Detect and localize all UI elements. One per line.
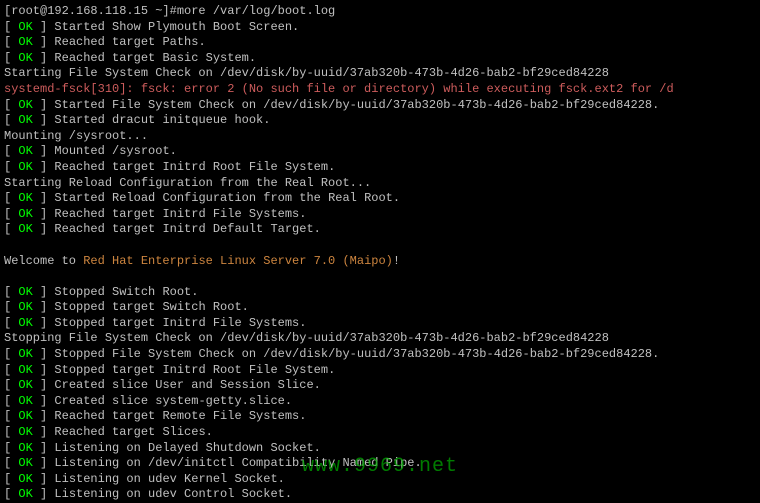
log-message: Started File System Check on /dev/disk/b… — [54, 98, 659, 112]
log-message: Listening on Delayed Shutdown Socket. — [54, 441, 320, 455]
log-line: [ OK ] Reached target Initrd Root File S… — [4, 160, 756, 176]
log-message: Reached target Initrd Root File System. — [54, 160, 335, 174]
log-line: [ OK ] Created slice User and Session Sl… — [4, 378, 756, 394]
status-ok: OK — [18, 409, 32, 423]
log-message: Reached target Initrd Default Target. — [54, 222, 320, 236]
log-message: Mounting /sysroot... — [4, 129, 148, 143]
status-ok: OK — [18, 113, 32, 127]
status-ok: OK — [18, 191, 32, 205]
log-line: [ OK ] Listening on Delayed Shutdown Soc… — [4, 441, 756, 457]
log-message: Starting File System Check on /dev/disk/… — [4, 66, 609, 80]
status-ok: OK — [18, 222, 32, 236]
log-message: Listening on udev Control Socket. — [54, 487, 292, 501]
log-message: Stopped target Switch Root. — [54, 300, 248, 314]
status-ok: OK — [18, 363, 32, 377]
log-line: [ OK ] Started Show Plymouth Boot Screen… — [4, 20, 756, 36]
log-line: [ OK ] Started Reload Configuration from… — [4, 191, 756, 207]
log-message: Reached target Slices. — [54, 425, 212, 439]
log-line: [ OK ] Mounted /sysroot. — [4, 144, 756, 160]
log-error-line: systemd-fsck[310]: fsck: error 2 (No suc… — [4, 82, 756, 98]
status-ok: OK — [18, 441, 32, 455]
log-line: [ OK ] Reached target Remote File System… — [4, 409, 756, 425]
status-ok: OK — [18, 456, 32, 470]
log-message: Listening on /dev/initctl Compatibility … — [54, 456, 421, 470]
log-line: [ OK ] Started dracut initqueue hook. — [4, 113, 756, 129]
log-message: Created slice system-getty.slice. — [54, 394, 292, 408]
log-message: Stopped target Initrd Root File System. — [54, 363, 335, 377]
log-message: Starting Reload Configuration from the R… — [4, 176, 371, 190]
status-ok: OK — [18, 425, 32, 439]
welcome-prefix: Welcome to — [4, 254, 83, 268]
log-message: Stopped target Initrd File Systems. — [54, 316, 306, 330]
status-ok: OK — [18, 316, 32, 330]
status-ok: OK — [18, 285, 32, 299]
blank-line — [4, 269, 756, 285]
log-line: Starting File System Check on /dev/disk/… — [4, 66, 756, 82]
log-message: Reached target Paths. — [54, 35, 205, 49]
log-message: Started Show Plymouth Boot Screen. — [54, 20, 299, 34]
status-ok: OK — [18, 378, 32, 392]
log-line: [ OK ] Started File System Check on /dev… — [4, 98, 756, 114]
log-message: Created slice User and Session Slice. — [54, 378, 320, 392]
status-ok: OK — [18, 394, 32, 408]
log-line: [ OK ] Reached target Basic System. — [4, 51, 756, 67]
log-message: Stopping File System Check on /dev/disk/… — [4, 331, 609, 345]
log-line: [ OK ] Stopped target Initrd Root File S… — [4, 363, 756, 379]
status-ok: OK — [18, 472, 32, 486]
log-line: [ OK ] Reached target Initrd Default Tar… — [4, 222, 756, 238]
terminal-output: [root@192.168.118.15 ~]#more /var/log/bo… — [4, 4, 756, 503]
status-ok: OK — [18, 20, 32, 34]
status-ok: OK — [18, 144, 32, 158]
welcome-distro: Red Hat Enterprise Linux Server 7.0 (Mai… — [83, 254, 393, 268]
log-message: Reached target Basic System. — [54, 51, 256, 65]
welcome-line: Welcome to Red Hat Enterprise Linux Serv… — [4, 254, 756, 270]
shell-prompt: [root@192.168.118.15 ~]#more /var/log/bo… — [4, 4, 756, 20]
status-ok: OK — [18, 98, 32, 112]
log-line: Stopping File System Check on /dev/disk/… — [4, 331, 756, 347]
status-ok: OK — [18, 300, 32, 314]
status-ok: OK — [18, 51, 32, 65]
log-line: [ OK ] Stopped Switch Root. — [4, 285, 756, 301]
status-ok: OK — [18, 160, 32, 174]
log-line: Starting Reload Configuration from the R… — [4, 176, 756, 192]
status-ok: OK — [18, 207, 32, 221]
log-message: Stopped Switch Root. — [54, 285, 198, 299]
log-line: [ OK ] Stopped target Switch Root. — [4, 300, 756, 316]
status-ok: OK — [18, 35, 32, 49]
log-line: [ OK ] Reached target Initrd File System… — [4, 207, 756, 223]
log-line: [ OK ] Reached target Slices. — [4, 425, 756, 441]
log-message: Started Reload Configuration from the Re… — [54, 191, 400, 205]
log-line: [ OK ] Listening on /dev/initctl Compati… — [4, 456, 756, 472]
log-message: Stopped File System Check on /dev/disk/b… — [54, 347, 659, 361]
status-ok: OK — [18, 347, 32, 361]
log-message: Mounted /sysroot. — [54, 144, 176, 158]
status-ok: OK — [18, 487, 32, 501]
log-line: [ OK ] Stopped target Initrd File System… — [4, 316, 756, 332]
log-line: Mounting /sysroot... — [4, 129, 756, 145]
log-line: [ OK ] Created slice system-getty.slice. — [4, 394, 756, 410]
log-line: [ OK ] Listening on udev Kernel Socket. — [4, 472, 756, 488]
blank-line — [4, 238, 756, 254]
log-message: Listening on udev Kernel Socket. — [54, 472, 284, 486]
log-message: Started dracut initqueue hook. — [54, 113, 270, 127]
log-line: [ OK ] Stopped File System Check on /dev… — [4, 347, 756, 363]
log-message: Reached target Initrd File Systems. — [54, 207, 306, 221]
log-line: [ OK ] Reached target Paths. — [4, 35, 756, 51]
log-line: [ OK ] Listening on udev Control Socket. — [4, 487, 756, 503]
log-message: Reached target Remote File Systems. — [54, 409, 306, 423]
welcome-suffix: ! — [393, 254, 400, 268]
